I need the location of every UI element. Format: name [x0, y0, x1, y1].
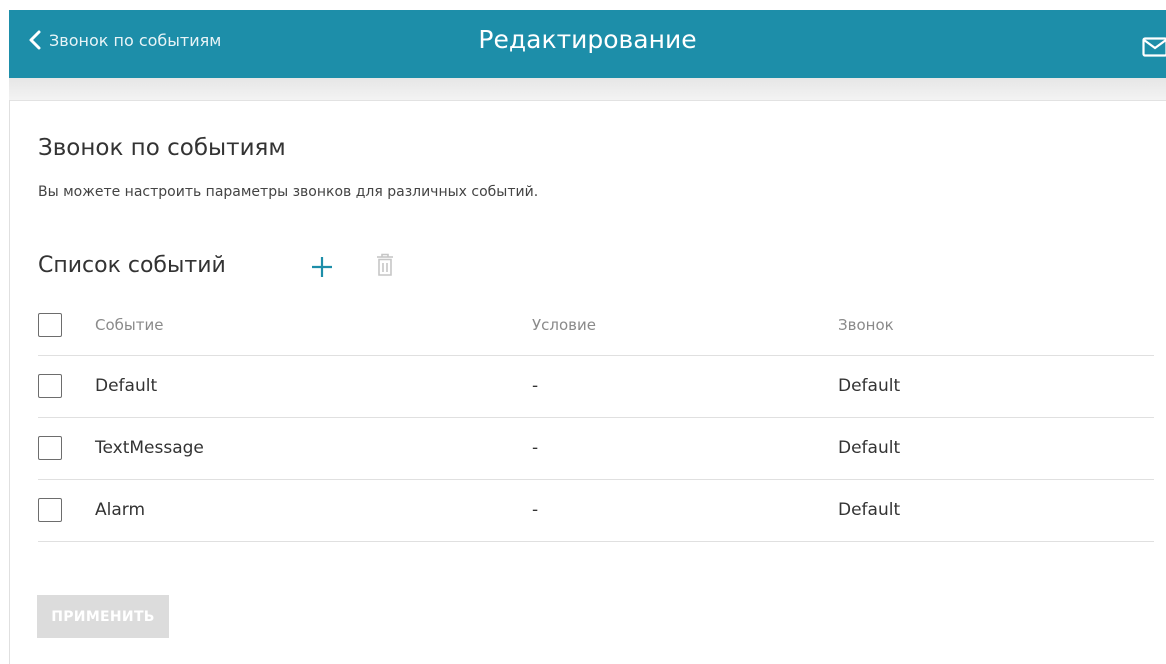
- event-cell: TextMessage: [95, 438, 204, 458]
- table-row[interactable]: TextMessage - Default: [38, 418, 1154, 480]
- event-cell: Default: [95, 376, 158, 396]
- plus-icon[interactable]: [310, 255, 334, 279]
- events-table: Событие Условие Звонок Default - Default…: [38, 295, 1154, 542]
- column-header-call: Звонок: [838, 316, 894, 334]
- mail-icon[interactable]: [1142, 37, 1166, 57]
- table-header-row: Событие Условие Звонок: [38, 295, 1154, 356]
- content-border: [9, 100, 10, 664]
- select-all-checkbox[interactable]: [38, 313, 62, 337]
- apply-button[interactable]: ПРИМЕНИТЬ: [37, 595, 169, 638]
- column-header-event: Событие: [95, 316, 164, 334]
- top-bar: Звонок по событиям Редактирование: [9, 10, 1166, 78]
- condition-cell: -: [532, 500, 539, 520]
- page-title: Редактирование: [478, 25, 697, 54]
- row-checkbox[interactable]: [38, 436, 62, 460]
- trash-icon[interactable]: [375, 252, 395, 278]
- table-row[interactable]: Default - Default: [38, 356, 1154, 418]
- call-cell: Default: [838, 500, 901, 520]
- condition-cell: -: [532, 376, 539, 396]
- section-title: Звонок по событиям: [38, 135, 286, 161]
- header-divider: [9, 78, 1166, 101]
- table-row[interactable]: Alarm - Default: [38, 480, 1154, 542]
- events-list-title: Список событий: [38, 253, 226, 278]
- column-header-condition: Условие: [532, 316, 596, 334]
- condition-cell: -: [532, 438, 539, 458]
- row-checkbox[interactable]: [38, 374, 62, 398]
- section-description: Вы можете настроить параметры звонков дл…: [38, 184, 539, 200]
- event-cell: Alarm: [95, 500, 146, 520]
- row-checkbox[interactable]: [38, 498, 62, 522]
- call-cell: Default: [838, 376, 901, 396]
- call-cell: Default: [838, 438, 901, 458]
